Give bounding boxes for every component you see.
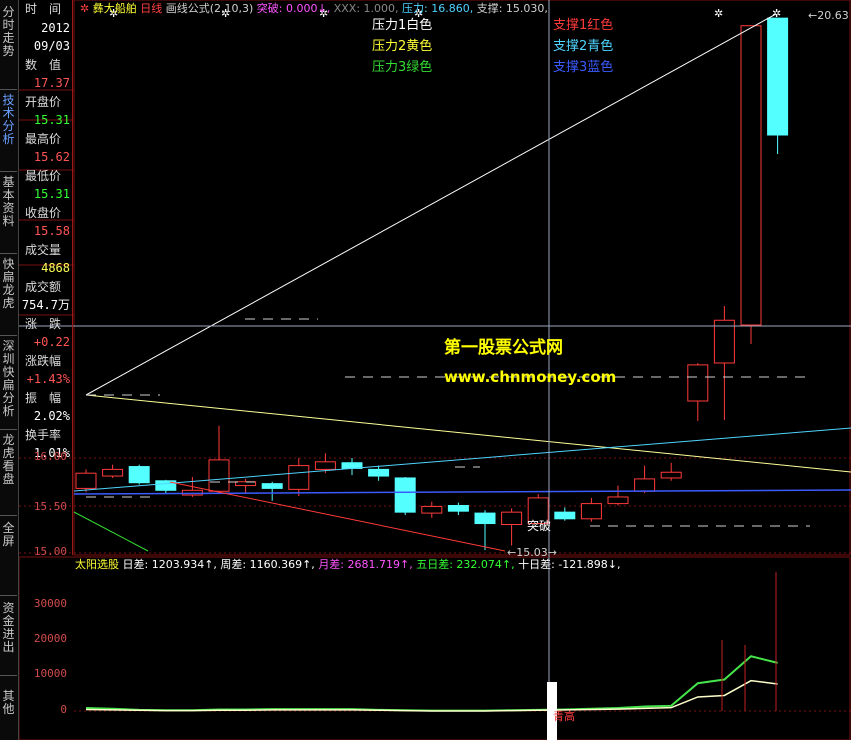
tab-quanping[interactable]: 全屏 bbox=[0, 516, 17, 596]
candle-body bbox=[394, 477, 416, 513]
tab-shenzhen[interactable]: 深圳快扁分析 bbox=[0, 336, 17, 430]
volume-value: 4868 bbox=[41, 261, 70, 275]
time-label: 时 间 bbox=[25, 2, 62, 16]
main-frame bbox=[73, 0, 851, 556]
sub-y-tick-0: 0 bbox=[60, 703, 67, 716]
candle-body bbox=[421, 505, 443, 514]
turnover-label: 换手率 bbox=[25, 427, 62, 442]
tab-qita[interactable]: 其他 bbox=[0, 676, 17, 740]
five-day-diff: 五日差: 232.074↑, bbox=[416, 558, 515, 571]
y-tick-155: 15.50 bbox=[33, 500, 67, 513]
low-label: 最低价 bbox=[25, 168, 62, 183]
amount-label: 成交额 bbox=[25, 279, 62, 294]
candle-body bbox=[767, 17, 789, 136]
amp-label: 振 幅 bbox=[25, 390, 62, 405]
daily-diff: 日差: 1203.934↑, bbox=[122, 558, 217, 571]
legend-support3: 支撑3蓝色 bbox=[553, 60, 614, 75]
breakout-value: 突破: 0.000↓, bbox=[256, 2, 331, 15]
high-value: 15.62 bbox=[33, 150, 70, 164]
period-label[interactable]: 日线 bbox=[140, 2, 162, 15]
pressure-line-yellow bbox=[85, 394, 851, 473]
candle-body bbox=[740, 25, 762, 326]
candle-body bbox=[660, 471, 682, 479]
y-tick-16: 16.00 bbox=[33, 450, 67, 463]
candle-body bbox=[75, 472, 97, 489]
candle-body bbox=[554, 511, 576, 520]
value-value: 17.37 bbox=[33, 76, 70, 90]
candle-body bbox=[474, 512, 496, 525]
candle-body bbox=[501, 511, 523, 526]
sub-indicator-name: 太阳选股 bbox=[75, 558, 119, 571]
ten-day-diff: 十日差: -121.898↓, bbox=[518, 558, 621, 571]
breakout-signal: 突破 bbox=[527, 519, 552, 533]
pct-label: 涨跌幅 bbox=[25, 353, 62, 368]
amount-value: 754.7万 bbox=[21, 298, 70, 312]
candle-body bbox=[713, 319, 735, 364]
chart-header: ✲ 彝大船舶 日线 画线公式(2,10,3) 突破: 0.000↓, XXX: … bbox=[80, 0, 548, 16]
candle-body bbox=[687, 364, 709, 402]
formula-label: 画线公式(2,10,3) bbox=[165, 2, 254, 15]
support-value: 支撑: 15.030, bbox=[476, 2, 548, 15]
pct-value: +1.43% bbox=[26, 372, 70, 386]
close-label: 收盘价 bbox=[25, 205, 62, 220]
y-tick-15: 15.00 bbox=[33, 545, 67, 558]
sub-frame bbox=[18, 556, 851, 740]
monthly-diff: 月差: 2681.719↑, bbox=[318, 558, 413, 571]
legend-pressure3: 压力3绿色 bbox=[372, 60, 433, 75]
candle-body bbox=[368, 468, 390, 477]
tab-jiben[interactable]: 基本资料 bbox=[0, 172, 17, 254]
legend-pressure1: 压力1白色 bbox=[372, 18, 433, 33]
amp-value: 2.02% bbox=[33, 409, 70, 423]
sub-y-tick-10000: 10000 bbox=[33, 667, 67, 680]
candle-body bbox=[580, 503, 602, 520]
tab-longhu[interactable]: 龙虎看盘 bbox=[0, 430, 17, 516]
date-value: 09/03 bbox=[33, 39, 70, 53]
pressure-line-green bbox=[73, 511, 149, 552]
tab-zijin[interactable]: 资金进出 bbox=[0, 596, 17, 676]
sub-y-tick-30000: 30000 bbox=[33, 597, 67, 610]
stock-name: 彝大船舶 bbox=[92, 2, 137, 15]
tab-fenshi[interactable]: 分时走势 bbox=[0, 0, 17, 90]
candle-body bbox=[607, 496, 629, 505]
low-value: 15.31 bbox=[33, 187, 70, 201]
tab-kuaibian[interactable]: 快扁龙虎 bbox=[0, 254, 17, 336]
chart-title-icon: ✲ bbox=[80, 2, 90, 15]
candle-body bbox=[102, 468, 124, 477]
sub-indicator-header: 太阳选股 日差: 1203.934↑, 周差: 1160.369↑, 月差: 2… bbox=[75, 556, 621, 572]
price-chart[interactable]: ✲ ✲ ✲ ✲ ✲ ✲ bbox=[0, 0, 851, 740]
candle-body bbox=[314, 461, 336, 470]
bottom-signal: 青高 bbox=[553, 710, 575, 723]
candle-body bbox=[447, 505, 469, 512]
candle-body bbox=[634, 478, 656, 492]
close-value: 15.58 bbox=[33, 224, 70, 238]
watermark-url: www.chnmoney.com bbox=[444, 368, 617, 386]
legend-support2: 支撑2青色 bbox=[553, 39, 614, 54]
watermark-title: 第一股票公式网 bbox=[444, 338, 563, 358]
max-price-label: ←20.63 bbox=[808, 9, 849, 22]
candle-body bbox=[288, 465, 310, 490]
high-label: 最高价 bbox=[25, 131, 62, 146]
candle-body bbox=[128, 466, 150, 484]
legend-support1: 支撑1红色 bbox=[553, 18, 614, 33]
star-marker: ✲ bbox=[714, 7, 723, 20]
open-label: 开盘价 bbox=[25, 94, 62, 109]
sun-indicator-white bbox=[85, 679, 778, 712]
star-marker: ✲ bbox=[772, 7, 781, 20]
volume-label: 成交量 bbox=[25, 242, 62, 257]
legend-pressure2: 压力2黄色 bbox=[372, 39, 433, 54]
support-line-cyan bbox=[73, 427, 851, 492]
sun-indicator-green bbox=[85, 655, 778, 712]
info-panel: 时 间 2012 09/03 数 值 17.37 开盘价 15.31 最高价 1… bbox=[19, 0, 73, 555]
weekly-diff: 周差: 1160.369↑, bbox=[220, 558, 315, 571]
candle-body bbox=[208, 459, 230, 492]
value-label: 数 值 bbox=[25, 57, 62, 72]
sub-y-tick-20000: 20000 bbox=[33, 632, 67, 645]
change-value: +0.22 bbox=[33, 335, 70, 349]
sidebar-tabs: 分时走势 技术分析 基本资料 快扁龙虎 深圳快扁分析 龙虎看盘 全屏 资金进出 … bbox=[0, 0, 19, 740]
open-value: 15.31 bbox=[33, 113, 70, 127]
change-label: 涨 跌 bbox=[25, 316, 62, 331]
tab-jishu[interactable]: 技术分析 bbox=[0, 90, 17, 172]
year-value: 2012 bbox=[41, 20, 70, 35]
candle-body bbox=[261, 483, 283, 489]
